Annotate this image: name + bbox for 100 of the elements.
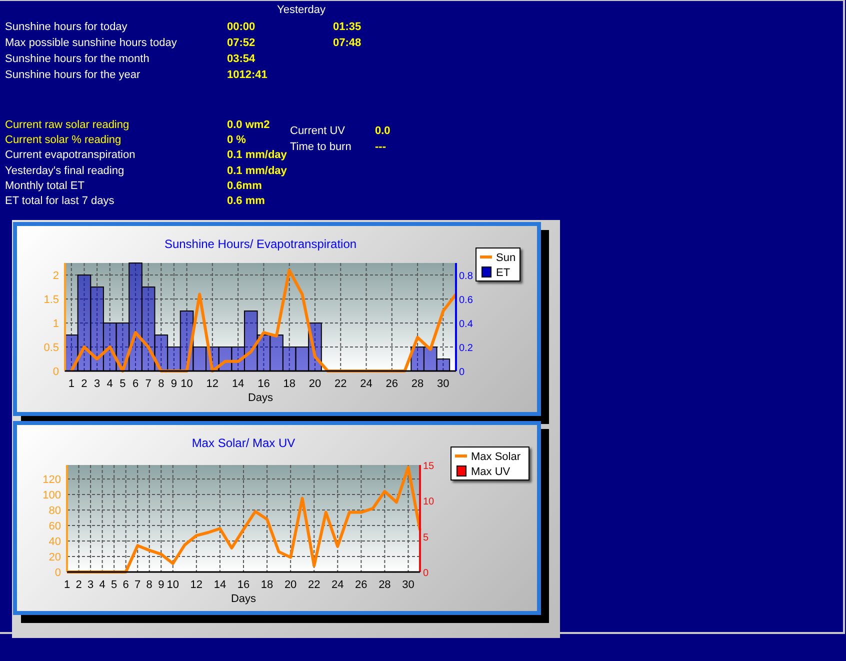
x-tick-label: 3	[94, 378, 100, 390]
x-tick-label: 30	[402, 579, 414, 592]
legend-label: Max Solar	[471, 451, 521, 464]
y2-tick-label: 0.6	[459, 295, 473, 306]
y-tick-label: 2	[52, 270, 59, 282]
x-tick-label: 9	[158, 579, 164, 592]
y-tick-label: 0	[52, 366, 59, 378]
x-tick-label: 22	[334, 378, 347, 390]
x-tick-label: 12	[190, 579, 203, 592]
legend-swatch-icon	[456, 466, 466, 477]
legend-label: ET	[496, 267, 510, 280]
reading-label: Current evapotranspiration	[5, 148, 136, 163]
y-tick-label: 60	[48, 520, 61, 533]
x-tick-label: 24	[360, 378, 372, 390]
uv-label: Current UV	[290, 124, 346, 139]
x-tick-label: 22	[308, 579, 320, 592]
y2-tick-label: 10	[423, 496, 434, 508]
reading-label: Current solar % reading	[5, 133, 122, 148]
y-tick-label: 80	[48, 505, 61, 518]
y2-tick-label: 5	[423, 532, 429, 544]
x-tick-label: 5	[120, 378, 126, 390]
x-tick-label: 30	[437, 378, 450, 390]
reading-value: 0.6 mm	[227, 194, 266, 208]
x-tick-label: 26	[386, 378, 398, 390]
reading-label: Current raw solar reading	[5, 118, 130, 132]
x-tick-label: 1	[64, 579, 70, 592]
x-tick-label: 14	[232, 378, 244, 390]
x-tick-label: 14	[214, 579, 226, 592]
reading-label: Yesterday's final reading	[5, 164, 126, 178]
reading-value: 0 %	[227, 133, 247, 148]
x-tick-label: 7	[134, 579, 141, 592]
uv-value: 0.0	[375, 124, 392, 139]
x-tick-label: 8	[158, 378, 164, 390]
x-tick-label: 20	[284, 579, 297, 592]
x-tick-label: 16	[258, 378, 270, 390]
stat-value: 07:52	[227, 36, 256, 51]
x-tick-label: 24	[332, 579, 344, 592]
legend-label: Max UV	[471, 466, 510, 478]
reading-value: 0.6mm	[227, 178, 263, 193]
reading-label: ET total for last 7 days	[5, 194, 116, 208]
x-tick-label: 16	[237, 579, 250, 592]
x-tick-label: 26	[355, 579, 368, 592]
stat-label: Sunshine hours for today	[5, 20, 128, 35]
reading-label: Monthly total ET	[5, 178, 86, 193]
x-tick-label: 3	[87, 579, 94, 592]
x-tick-label: 18	[283, 378, 296, 390]
chart-title: Sunshine Hours/ Evapotranspiration	[164, 237, 357, 252]
yesterday-heading: Yesterday	[276, 3, 327, 18]
reading-value: 0.1 mm/day	[227, 148, 288, 163]
x-tick-label: 10	[166, 579, 180, 592]
y-tick-label: 100	[42, 490, 61, 502]
et-bar	[206, 346, 220, 372]
x-tick-label: 4	[106, 378, 113, 390]
x-tick-label: 8	[146, 579, 152, 592]
yesterday-value: 01:35	[333, 20, 362, 35]
x-axis-title: Days	[248, 392, 274, 404]
x-tick-label: 4	[99, 579, 106, 592]
y-tick-label: 1	[52, 318, 59, 330]
uv-value: ---	[375, 140, 387, 155]
y-tick-label: 20	[48, 552, 61, 564]
uv-label: Time to burn	[290, 140, 352, 155]
x-tick-label: 12	[206, 378, 219, 390]
y2-tick-label: 0.2	[459, 343, 473, 354]
x-tick-label: 2	[81, 378, 88, 390]
chart-title: Max Solar/ Max UV	[192, 436, 296, 450]
y-tick-label: 120	[42, 474, 61, 486]
reading-value: 0.0 wm2	[227, 118, 271, 132]
stat-label: Sunshine hours for the year	[5, 68, 142, 83]
legend-line-icon	[455, 454, 467, 458]
x-tick-label: 28	[378, 579, 391, 592]
y2-tick-label: 0.8	[459, 271, 473, 282]
x-tick-label: 1	[68, 378, 74, 390]
y-tick-label: 0	[54, 567, 61, 580]
x-tick-label: 9	[170, 378, 178, 390]
x-tick-label: 6	[122, 579, 129, 592]
y-tick-label: 0.5	[44, 342, 59, 354]
legend-line-icon	[480, 256, 492, 259]
y-tick-label: 40	[48, 536, 61, 548]
legend-background	[476, 248, 520, 282]
x-tick-label: 10	[180, 378, 193, 390]
x-tick-label: 18	[260, 579, 274, 592]
x-tick-label: 2	[76, 579, 82, 592]
yesterday-value: 07:48	[333, 36, 362, 51]
x-tick-label: 28	[411, 378, 424, 390]
y2-tick-label: 15	[423, 461, 434, 472]
stat-value: 00:00	[227, 20, 256, 35]
x-tick-label: 6	[132, 378, 139, 390]
x-axis-title: Days	[230, 593, 256, 606]
stat-label: Sunshine hours for the month	[5, 52, 150, 67]
x-tick-label: 5	[111, 579, 118, 592]
stat-value: 1012:41	[227, 68, 268, 83]
x-tick-label: 7	[145, 378, 152, 390]
y2-tick-label: 0	[459, 367, 465, 378]
y2-tick-label: 0	[423, 568, 429, 580]
y2-tick-label: 0.4	[459, 319, 473, 330]
et-bar	[410, 346, 424, 372]
legend-swatch-icon	[482, 266, 492, 278]
x-tick-label: 20	[308, 378, 322, 390]
legend-label: Sun	[496, 252, 516, 264]
stat-label: Max possible sunshine hours today	[5, 36, 178, 51]
